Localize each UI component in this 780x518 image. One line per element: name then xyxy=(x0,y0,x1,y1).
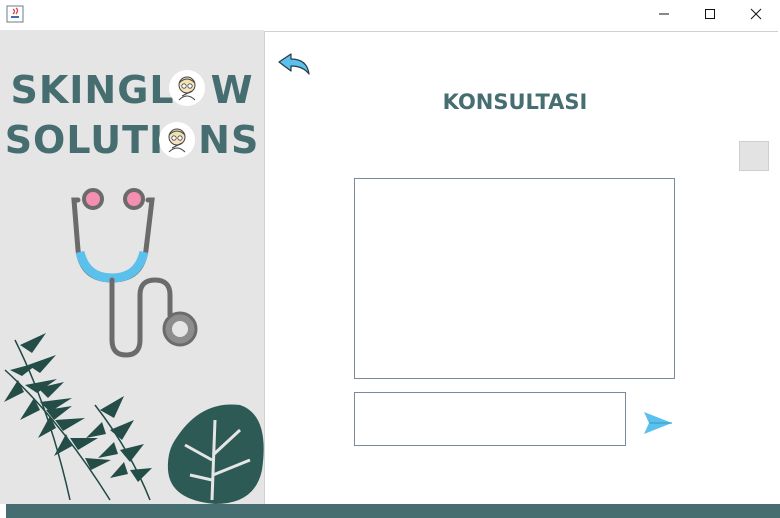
maximize-icon xyxy=(705,9,715,19)
side-button[interactable] xyxy=(739,141,769,171)
chat-history-area[interactable] xyxy=(354,178,675,379)
back-arrow-icon[interactable] xyxy=(277,52,311,78)
brand-panel: SKINGL W SOLUTI NS xyxy=(0,30,264,504)
tropical-leaves xyxy=(4,333,264,504)
brand-text-part: NS xyxy=(198,118,260,162)
consultation-panel: KONSULTASI xyxy=(264,31,778,504)
minimize-button[interactable] xyxy=(641,0,687,28)
brand-text-part: SKINGL xyxy=(10,68,175,112)
brand-title-line-2: SOLUTI NS xyxy=(0,118,264,162)
footer-bar xyxy=(6,504,780,518)
send-icon[interactable] xyxy=(643,410,673,436)
message-input[interactable] xyxy=(354,392,626,446)
close-icon xyxy=(750,8,762,20)
maximize-button[interactable] xyxy=(687,0,733,28)
face-avatar-icon xyxy=(169,70,205,106)
title-bar xyxy=(0,0,780,30)
brand-title-line-1: SKINGL W xyxy=(0,68,264,112)
face-avatar-icon xyxy=(159,122,195,158)
close-button[interactable] xyxy=(733,0,779,28)
brand-text-part: SOLUTI xyxy=(4,118,165,162)
minimize-icon xyxy=(659,13,669,15)
brand-text-part: W xyxy=(210,68,254,112)
page-title: KONSULTASI xyxy=(442,90,588,114)
java-app-icon xyxy=(6,5,24,23)
app-window: SKINGL W SOLUTI NS KONSULTASI xyxy=(0,0,780,518)
